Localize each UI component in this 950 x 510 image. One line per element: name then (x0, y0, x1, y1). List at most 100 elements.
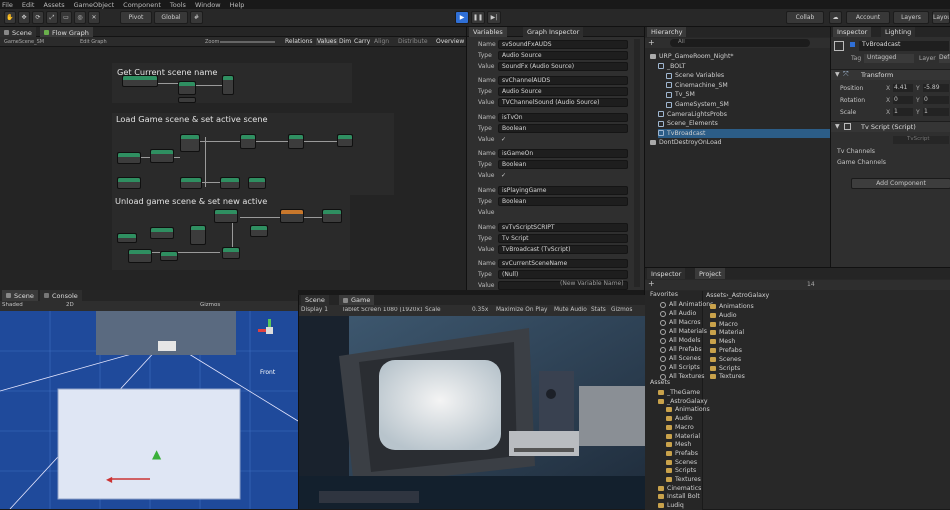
favorite-item[interactable]: All Scenes (660, 354, 701, 363)
tab-variables[interactable]: Variables (469, 27, 507, 37)
cloud-icon[interactable]: ☁ (829, 11, 842, 24)
variable-name-field[interactable]: isPlayingGame (498, 185, 628, 195)
menu-assets[interactable]: Assets (43, 1, 64, 9)
graph-node[interactable] (122, 75, 158, 87)
folder-item[interactable]: Animations (710, 302, 754, 311)
tv-channels-foldout[interactable]: Tv Channels (837, 148, 875, 155)
variables-scrollbar[interactable] (634, 39, 640, 287)
graph-node[interactable] (160, 251, 178, 261)
favorite-item[interactable]: All Prefabs (660, 345, 702, 354)
graph-node[interactable] (214, 209, 238, 223)
menu-tools[interactable]: Tools (170, 1, 186, 9)
tab-lighting[interactable]: Lighting (881, 27, 916, 37)
graph-node[interactable] (190, 225, 206, 245)
hierarchy-item[interactable]: CameraLightsProbs (658, 110, 727, 119)
tab-scene[interactable]: Scene (2, 290, 38, 301)
rotation-x-field[interactable]: 0 (893, 96, 913, 104)
tab-hierarchy[interactable]: Hierarchy (647, 27, 687, 37)
graph-node[interactable] (178, 97, 196, 103)
variable-value-field[interactable]: TvBroadcast (TvScript) (498, 244, 628, 254)
menu-gameobject[interactable]: GameObject (74, 1, 115, 9)
folder-item[interactable]: Material (710, 328, 744, 337)
graph-node[interactable] (128, 249, 152, 263)
tab-inspector[interactable]: Inspector (833, 27, 872, 37)
graph-node[interactable] (117, 152, 141, 164)
mute-audio[interactable]: Mute Audio (554, 307, 587, 313)
graph-node[interactable] (117, 233, 137, 243)
breadcrumb-root[interactable]: Assets (706, 292, 726, 299)
object-name-field[interactable]: TvBroadcast (859, 41, 949, 51)
carry-toggle[interactable]: Carry (354, 38, 370, 45)
variable-name-field[interactable]: svChannelAUDS (498, 76, 628, 86)
tv-script-header[interactable]: ▼ Tv Script (Script) (831, 121, 950, 132)
variable-name-field[interactable]: svTvScriptSCRIPT (498, 222, 628, 232)
move-tool-icon[interactable]: ✥ (18, 11, 30, 24)
graph-node[interactable] (288, 134, 304, 149)
variable-type-field[interactable]: Boolean (498, 123, 628, 133)
graph-node[interactable] (240, 134, 256, 149)
scene-view[interactable]: Scene Console Shaded 2D Gizmos ▲ ◀ Front (0, 290, 298, 509)
global-toggle[interactable]: Global (154, 11, 188, 24)
2d-toggle[interactable]: 2D (66, 302, 74, 308)
stats-toggle[interactable]: Stats (591, 307, 606, 313)
distribute-dropdown[interactable]: Distribute (398, 38, 428, 45)
layers-dropdown[interactable]: Layers (893, 11, 929, 24)
hierarchy-item[interactable]: Cinemachine_SM (666, 81, 728, 90)
graph-node[interactable] (150, 227, 174, 239)
variable-type-field[interactable]: Boolean (498, 196, 628, 206)
hand-tool-icon[interactable]: ✋ (4, 11, 16, 24)
variable-name-field[interactable]: svCurrentSceneName (498, 259, 628, 269)
asset-tree-item[interactable]: Audio (666, 414, 693, 423)
graph-node[interactable] (178, 81, 196, 95)
pause-button[interactable]: ❚❚ (471, 11, 485, 24)
zoom-slider[interactable] (220, 41, 275, 43)
align-dropdown[interactable]: Align (374, 38, 389, 45)
hierarchy-item[interactable]: TvBroadcast (658, 128, 830, 138)
favorite-item[interactable]: All Materials (660, 327, 707, 336)
graph-node-orange[interactable] (280, 209, 304, 223)
hierarchy-item[interactable]: URP_GameRoom_Night* (650, 52, 734, 61)
rotation-y-field[interactable]: 0 (923, 96, 949, 104)
favorite-item[interactable]: All Animations (660, 300, 713, 309)
tab-project[interactable]: Project (695, 268, 726, 279)
asset-tree-item[interactable]: Textures (666, 475, 701, 484)
asset-tree-item[interactable]: _AstroGalaxy (658, 397, 708, 406)
folder-item[interactable]: Scripts (710, 364, 740, 373)
asset-tree-item[interactable]: Animations (666, 405, 710, 414)
variable-type-field[interactable]: Audio Source (498, 50, 628, 60)
graph-node[interactable] (337, 134, 353, 147)
menu-help[interactable]: Help (230, 1, 245, 9)
flow-graph-canvas[interactable]: GameScene_SM Edit Graph Zoom Relations V… (0, 37, 466, 290)
step-button[interactable]: ▶| (487, 11, 501, 24)
folder-item[interactable]: Textures (710, 372, 745, 381)
play-button[interactable]: ▶ (455, 11, 469, 24)
favorite-item[interactable]: All Macros (660, 318, 701, 327)
rect-tool-icon[interactable]: ▭ (60, 11, 72, 24)
scale-y-field[interactable]: 1 (923, 108, 949, 116)
scale-value[interactable]: 0.35x (472, 307, 488, 313)
grid-snap-icon[interactable]: # (190, 11, 203, 24)
graph-node[interactable] (222, 247, 240, 259)
tab-console[interactable]: Console (40, 290, 82, 301)
hierarchy-item[interactable]: GameSystem_SM (666, 100, 729, 109)
variable-value-field[interactable]: TVChannelSound (Audio Source) (498, 98, 628, 108)
scale-x-field[interactable]: 1 (893, 108, 913, 116)
favorites-header[interactable]: Favorites (650, 290, 678, 299)
menu-file[interactable]: File (2, 1, 13, 9)
rotate-tool-icon[interactable]: ⟳ (32, 11, 44, 24)
asset-tree-item[interactable]: Scenes (666, 458, 697, 467)
tab-game[interactable]: Game (339, 295, 375, 305)
aspect-dropdown[interactable]: Tablet Screen 1080 (1920x1200) (342, 307, 422, 313)
pivot-toggle[interactable]: Pivot (120, 11, 152, 24)
asset-tree-item[interactable]: Macro (666, 423, 694, 432)
gizmos-dropdown[interactable]: Gizmos (200, 302, 220, 308)
variable-type-field[interactable]: Tv Script (498, 233, 628, 243)
graph-node[interactable] (322, 209, 342, 223)
hierarchy-item[interactable]: Scene Variables (666, 71, 724, 80)
menu-window[interactable]: Window (195, 1, 221, 9)
assets-header[interactable]: Assets (650, 378, 670, 387)
graph-edit-button[interactable]: Edit Graph (80, 39, 107, 45)
graph-node[interactable] (222, 75, 234, 95)
favorite-item[interactable]: All Models (660, 336, 700, 345)
layer-dropdown[interactable]: Default (939, 54, 950, 63)
